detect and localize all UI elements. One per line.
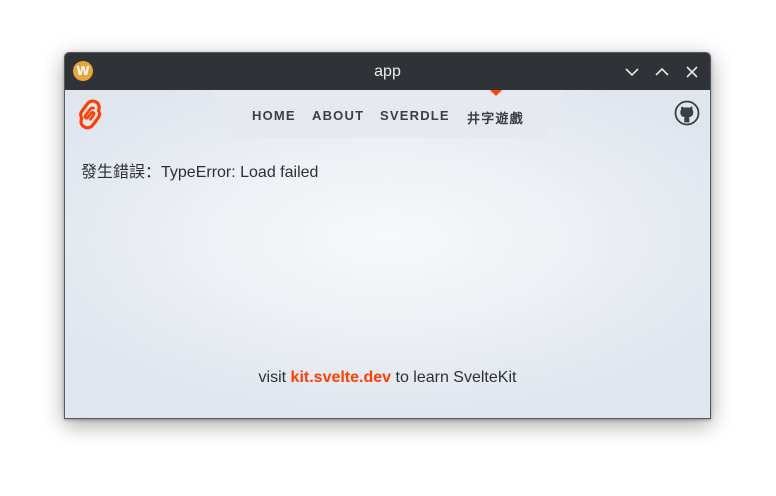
nav-item-sverdle[interactable]: SVERDLE: [380, 108, 450, 123]
svelte-logo-icon[interactable]: [75, 99, 105, 131]
close-button[interactable]: [682, 62, 702, 82]
app-window: W app HOME ABOUT SVERDLE 井字遊戲 發生錯誤：TypeE…: [64, 52, 711, 419]
maximize-icon: [655, 67, 669, 76]
footer: visit kit.svelte.dev to learn SvelteKit: [65, 369, 710, 387]
footer-prefix: visit: [258, 369, 291, 386]
kit-svelte-link[interactable]: kit.svelte.dev: [291, 369, 392, 386]
nav-item-home[interactable]: HOME: [252, 108, 296, 123]
title-bar[interactable]: W app: [65, 53, 710, 90]
main-nav: HOME ABOUT SVERDLE 井字遊戲: [211, 90, 565, 138]
window-title: app: [374, 63, 401, 80]
page-content: HOME ABOUT SVERDLE 井字遊戲 發生錯誤：TypeError: …: [65, 90, 710, 418]
minimize-icon: [625, 68, 639, 77]
nav-item-tic-tac-toe[interactable]: 井字遊戲: [467, 108, 524, 127]
footer-suffix: to learn SvelteKit: [391, 369, 517, 386]
maximize-button[interactable]: [652, 62, 672, 82]
close-icon: [686, 66, 698, 78]
error-message: 發生錯誤：TypeError: Load failed: [81, 164, 319, 181]
github-icon[interactable]: [674, 100, 700, 126]
minimize-button[interactable]: [622, 62, 642, 82]
nav-item-about[interactable]: ABOUT: [312, 108, 364, 123]
